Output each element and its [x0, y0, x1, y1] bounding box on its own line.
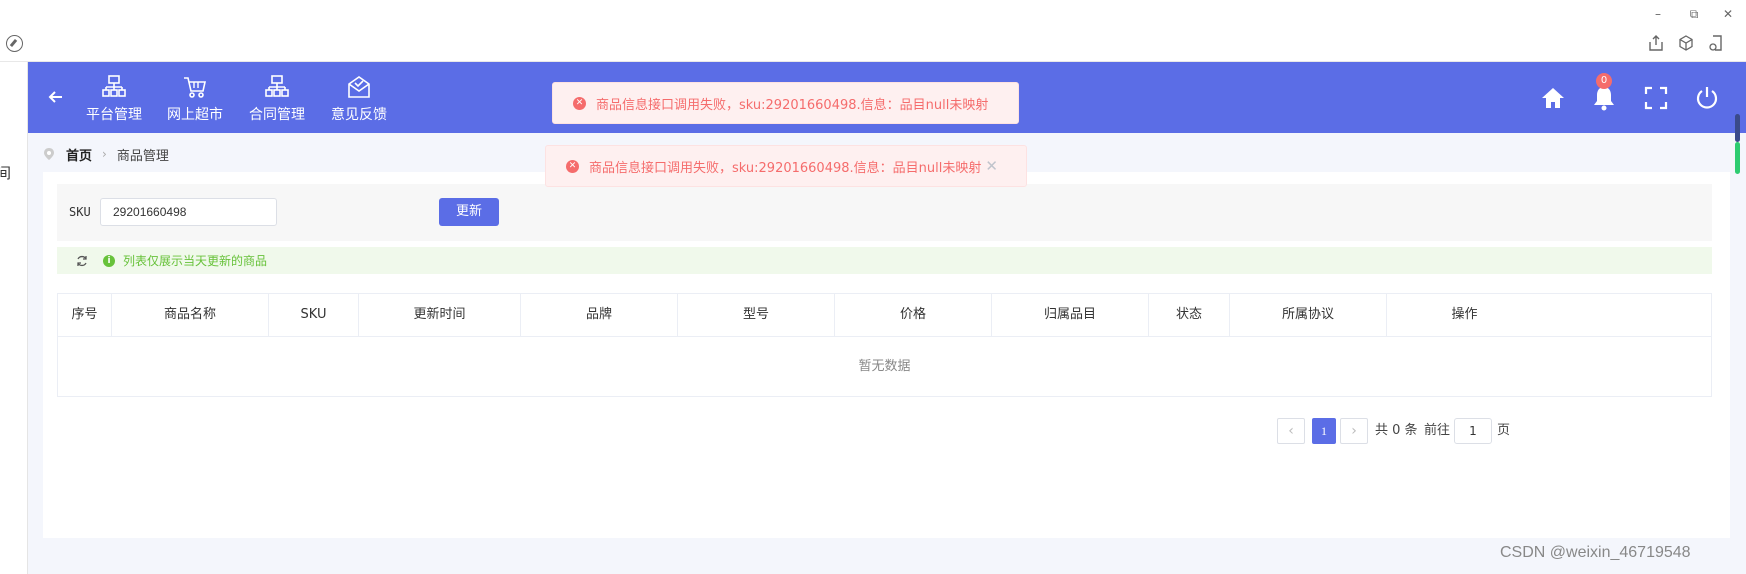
search-form: SKU 29201660498 更新 — [57, 184, 1712, 241]
cube-icon[interactable] — [1676, 33, 1696, 53]
product-table: 序号 商品名称 SKU 更新时间 品牌 型号 价格 归属品目 状态 所属协议 操… — [57, 293, 1712, 397]
chevron-right-icon: › — [102, 147, 107, 161]
prev-page-button[interactable]: ‹ — [1277, 418, 1305, 444]
column-header: 型号 — [678, 294, 835, 336]
info-icon: i — [103, 254, 115, 267]
scrollbar-thumb[interactable] — [1735, 114, 1740, 142]
page-number-current[interactable]: 1 — [1312, 418, 1336, 444]
column-header: 归属品目 — [992, 294, 1149, 336]
error-toast: ✕ 商品信息接口调用失败，sku:29201660498.信息：品目null未映… — [545, 145, 1027, 187]
info-alert: i 列表仅展示当天更新的商品 — [57, 247, 1712, 274]
content-panel: SKU 29201660498 更新 i 列表仅展示当天更新的商品 序号 商品名… — [43, 172, 1730, 538]
nav-feedback[interactable]: 意见反馈 — [319, 74, 399, 124]
page-suffix: 页 — [1497, 423, 1511, 438]
nav-platform-management[interactable]: 平台管理 — [74, 74, 154, 124]
compass-icon[interactable] — [6, 35, 23, 52]
minimize-button[interactable]: – — [1646, 4, 1670, 24]
pagination: ‹ 1 › 共 0 条 前往 1 页 — [43, 418, 1730, 446]
next-page-button[interactable]: › — [1340, 418, 1368, 444]
notification-badge: 0 — [1596, 73, 1612, 89]
shopping-cart-icon — [184, 77, 206, 98]
back-arrow-icon[interactable] — [48, 86, 64, 110]
update-button[interactable]: 更新 — [439, 198, 499, 226]
nav-contract-management[interactable]: 合同管理 — [237, 74, 317, 124]
scrollbar-thumb-active[interactable] — [1735, 142, 1740, 174]
close-icon[interactable]: ✕ — [985, 157, 998, 175]
column-header: 价格 — [835, 294, 992, 336]
download-file-icon[interactable] — [1706, 33, 1726, 53]
table-empty-text: 暂无数据 — [858, 359, 911, 374]
browser-chrome: – ⧉ ✕ — [0, 0, 1746, 62]
column-header: SKU — [269, 294, 359, 336]
column-header: 序号 — [58, 294, 112, 336]
column-header: 所属协议 — [1230, 294, 1387, 336]
location-pin-icon — [44, 148, 54, 160]
feedback-mail-icon — [348, 76, 370, 98]
close-window-button[interactable]: ✕ — [1716, 4, 1740, 24]
nav-label: 合同管理 — [249, 107, 305, 123]
column-header: 品牌 — [521, 294, 678, 336]
org-chart-icon — [265, 75, 289, 97]
error-circle-icon: ✕ — [573, 96, 586, 110]
column-header: 状态 — [1149, 294, 1230, 336]
nav-label: 网上超市 — [167, 107, 223, 123]
refresh-icon[interactable] — [75, 254, 89, 268]
share-icon[interactable] — [1646, 33, 1666, 53]
toast-message: 商品信息接口调用失败，sku:29201660498.信息：品目null未映射 — [589, 160, 982, 176]
column-header: 更新时间 — [359, 294, 521, 336]
fullscreen-icon[interactable] — [1642, 84, 1670, 112]
watermark-text: CSDN @weixin_46719548 — [1500, 544, 1691, 561]
sidebar-edge-text: 间 — [0, 164, 12, 182]
info-text: 列表仅展示当天更新的商品 — [123, 254, 268, 268]
sku-label: SKU — [69, 205, 91, 219]
breadcrumb-home[interactable]: 首页 — [66, 145, 92, 164]
goto-page-input[interactable]: 1 — [1454, 418, 1492, 444]
sku-input[interactable]: 29201660498 — [100, 198, 277, 226]
org-chart-icon — [102, 75, 126, 97]
app-main: 平台管理 网上超市 合同管理 意见反馈 0 首页 › 商品管理 SKU 2920… — [28, 62, 1746, 574]
power-icon[interactable] — [1693, 84, 1721, 112]
nav-label: 平台管理 — [86, 107, 142, 123]
toast-message: 商品信息接口调用失败，sku:29201660498.信息：品目null未映射 — [596, 97, 989, 113]
table-header: 序号 商品名称 SKU 更新时间 品牌 型号 价格 归属品目 状态 所属协议 操… — [58, 294, 1711, 337]
error-toast: ✕ 商品信息接口调用失败，sku:29201660498.信息：品目null未映… — [552, 82, 1019, 124]
home-icon[interactable] — [1539, 84, 1567, 112]
nav-label: 意见反馈 — [331, 107, 387, 123]
goto-label: 前往 — [1424, 423, 1451, 438]
breadcrumb: 首页 › 商品管理 — [44, 144, 169, 164]
left-sidebar-edge: 间 — [0, 62, 28, 574]
column-header: 商品名称 — [112, 294, 269, 336]
error-circle-icon: ✕ — [566, 159, 579, 173]
breadcrumb-current: 商品管理 — [116, 148, 169, 164]
nav-online-supermarket[interactable]: 网上超市 — [155, 74, 235, 124]
column-header: 操作 — [1451, 307, 1478, 322]
total-count: 共 0 条 — [1375, 423, 1418, 438]
restore-button[interactable]: ⧉ — [1682, 4, 1706, 24]
